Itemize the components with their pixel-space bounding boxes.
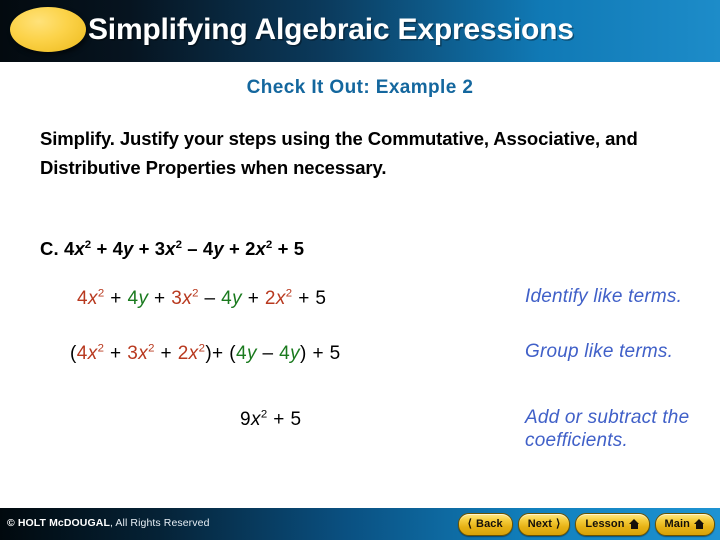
instructions-text: Simplify. Justify your steps using the C… <box>40 128 638 178</box>
yellow-ellipse-icon <box>10 7 86 52</box>
step-expression-3: 9x2 + 5 <box>240 408 302 430</box>
lesson-button-label: Lesson <box>585 518 625 530</box>
chevron-right-icon: ⟩ <box>556 517 561 530</box>
step-expression-1: 4x2 + 4y + 3x2 – 4y + 2x2 + 5 <box>77 287 327 309</box>
step-note-2: Group like terms. <box>525 341 674 362</box>
main-button[interactable]: Main <box>654 512 715 536</box>
navigation-buttons: ⟨ Back Next ⟩ Lesson Main <box>457 512 715 536</box>
chevron-left-icon: ⟨ <box>467 517 473 530</box>
back-button-label: Back <box>476 518 503 530</box>
example-subtitle: Check It Out: Example 2 <box>246 77 474 98</box>
solution-step-row: 9x2 + 5 Add or subtract the coefficients… <box>40 407 689 459</box>
copyright-rights: , All Rights Reserved <box>109 517 210 529</box>
back-button[interactable]: ⟨ Back <box>457 512 513 536</box>
footer-bar: © HOLT McDOUGAL, All Rights Reserved ⟨ B… <box>0 508 720 540</box>
step-expression-2: (4x2 + 3x2 + 2x2)+ (4y – 4y) + 5 <box>70 342 341 364</box>
copyright-brand: © HOLT McDOUGAL <box>7 517 110 529</box>
home-icon <box>628 519 640 529</box>
problem-label: C. <box>40 238 59 259</box>
page-title: Simplifying Algebraic Expressions <box>88 13 574 46</box>
lesson-button[interactable]: Lesson <box>575 512 650 536</box>
home-icon <box>694 519 705 529</box>
solution-steps: 4x2 + 4y + 3x2 – 4y + 2x2 + 5 Identify l… <box>40 286 689 459</box>
step-note-3: Add or subtract the coefficients. <box>525 407 690 451</box>
title-bar: Simplifying Algebraic Expressions <box>0 0 720 62</box>
copyright-notice: © HOLT McDOUGAL, All Rights Reserved <box>7 517 210 529</box>
solution-step-row: (4x2 + 3x2 + 2x2)+ (4y – 4y) + 5 Group l… <box>40 341 680 409</box>
step-note-1: Identify like terms. <box>525 286 683 307</box>
problem-statement: C. 4x2 + 4y + 3x2 – 4y + 2x2 + 5 <box>40 238 304 260</box>
next-button-label: Next <box>527 518 552 530</box>
next-button[interactable]: Next ⟩ <box>517 512 571 536</box>
main-button-label: Main <box>664 518 690 530</box>
problem-expression: 4x2 + 4y + 3x2 – 4y + 2x2 + 5 <box>63 238 305 259</box>
solution-step-row: 4x2 + 4y + 3x2 – 4y + 2x2 + 5 Identify l… <box>40 286 682 343</box>
